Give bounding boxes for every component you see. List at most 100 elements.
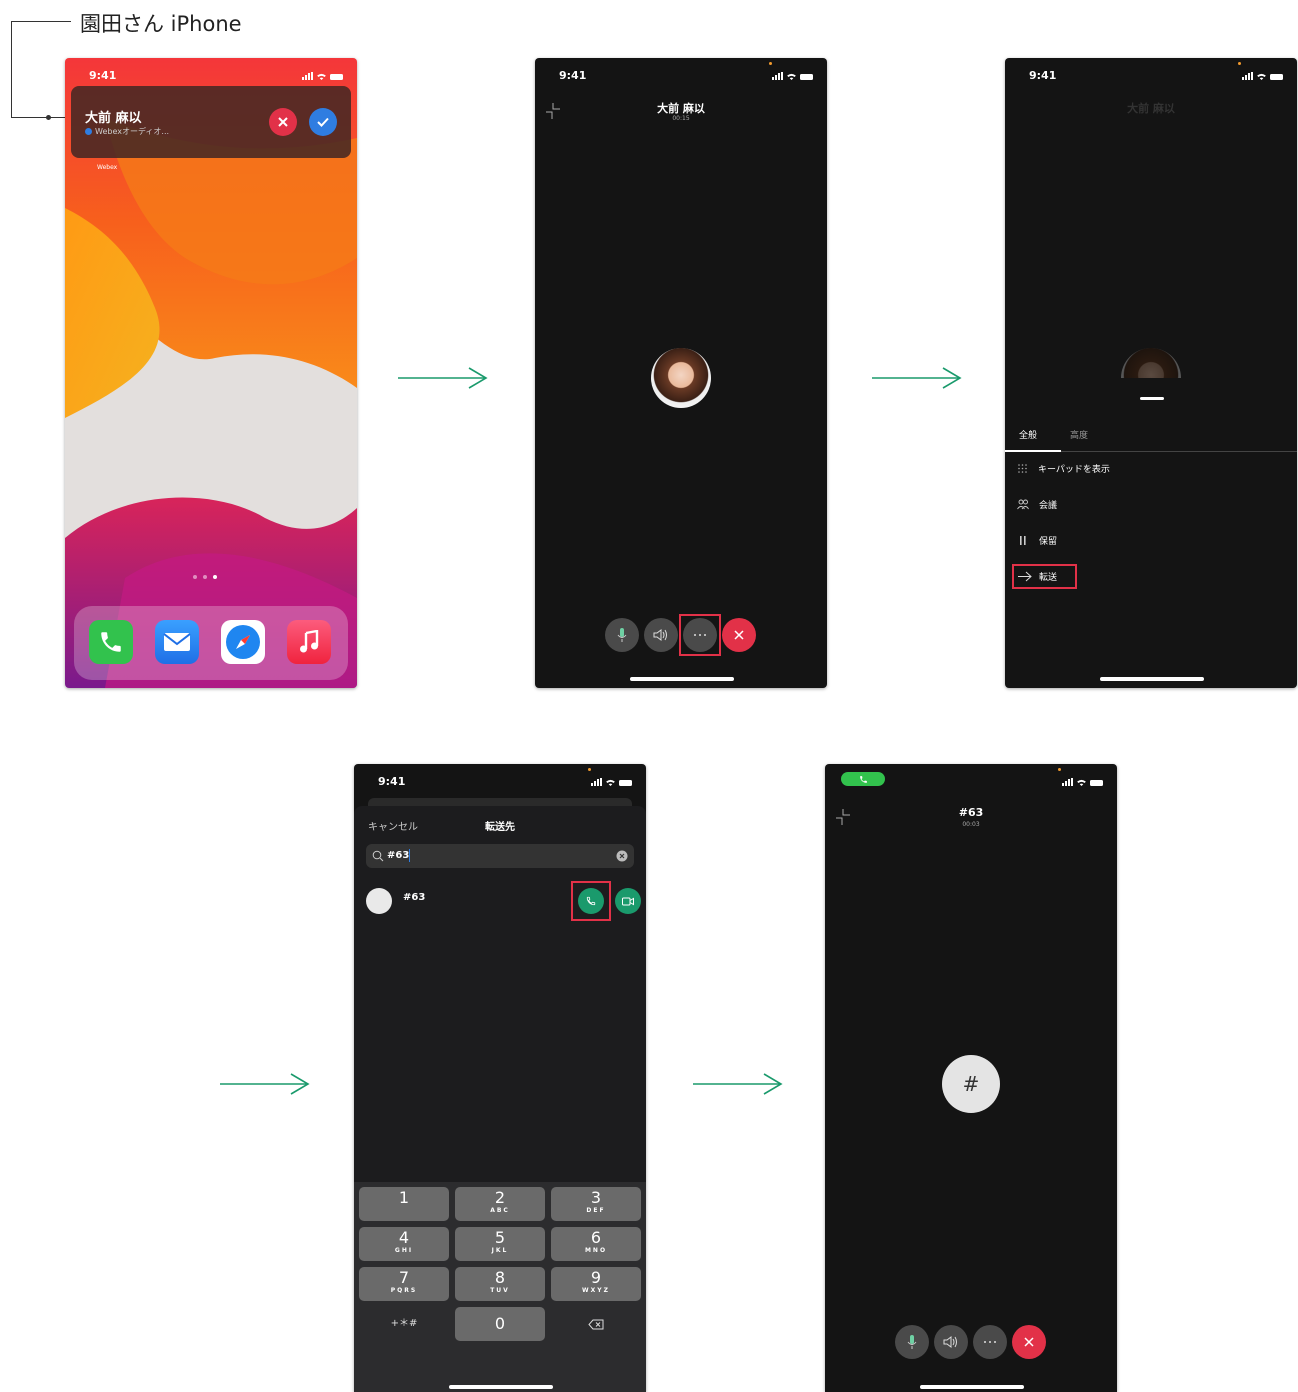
callee-name: #63 xyxy=(958,806,984,819)
key-7[interactable]: 7 PQRS xyxy=(359,1267,449,1301)
active-call-pill[interactable] xyxy=(841,772,885,786)
sheet-grabber[interactable] xyxy=(1140,397,1164,400)
flow-arrow-3 xyxy=(220,1073,310,1095)
mic-indicator-dot xyxy=(1058,768,1061,771)
backspace-icon xyxy=(588,1319,604,1329)
safari-app-icon[interactable] xyxy=(221,620,265,664)
check-icon xyxy=(317,117,329,127)
more-options-button[interactable] xyxy=(973,1325,1007,1359)
signal-icon xyxy=(591,778,602,786)
key-8[interactable]: 8 TUV xyxy=(455,1267,545,1301)
key-9[interactable]: 9 WXYZ xyxy=(551,1267,641,1301)
decline-button[interactable] xyxy=(269,108,297,136)
menu-item-conference[interactable]: 会議 xyxy=(1017,498,1057,511)
battery-icon xyxy=(1090,780,1103,786)
speaker-icon xyxy=(943,1336,957,1348)
battery-icon xyxy=(619,780,632,786)
sheet-title: 転送先 xyxy=(485,822,515,833)
mute-button[interactable] xyxy=(605,618,639,652)
key-4[interactable]: 4 GHI xyxy=(359,1227,449,1261)
phone-screen-new-call: #63 00:03 # xyxy=(825,764,1117,1392)
mic-indicator-dot xyxy=(1238,62,1241,65)
mute-button[interactable] xyxy=(895,1325,929,1359)
tab-advanced[interactable]: 高度 xyxy=(1070,428,1088,441)
status-icons xyxy=(1062,778,1103,786)
caller-name: 大前 麻以 xyxy=(657,102,705,115)
wifi-icon xyxy=(317,73,326,80)
key-6[interactable]: 6 MNO xyxy=(551,1227,641,1261)
caller-avatar xyxy=(651,348,711,408)
key-0[interactable]: 0 xyxy=(455,1307,545,1341)
speaker-button[interactable] xyxy=(934,1325,968,1359)
home-indicator xyxy=(449,1385,553,1389)
key-5[interactable]: 5 JKL xyxy=(455,1227,545,1261)
close-icon xyxy=(1024,1337,1034,1347)
phone-app-icon[interactable] xyxy=(89,620,133,664)
caller-name-dimmed: 大前 麻以 xyxy=(1127,102,1175,115)
phone-screen-options: 9:41 大前 麻以 全般 高度 キーパッドを表示 会議 保留 転送 xyxy=(1005,58,1297,688)
phone-screen-active-call: 9:41 大前 麻以 00:15 xyxy=(535,58,827,688)
home-indicator xyxy=(1100,677,1204,681)
key-3[interactable]: 3 DEF xyxy=(551,1187,641,1221)
signal-icon xyxy=(302,72,313,80)
status-bar: 9:41 xyxy=(1005,68,1297,84)
search-field[interactable]: #63 xyxy=(366,844,634,868)
text-cursor xyxy=(409,849,410,862)
end-call-button[interactable] xyxy=(722,618,756,652)
delete-key[interactable] xyxy=(551,1307,641,1341)
keypad: 1 2 ABC 3 DEF 4 GHI 5 JKL 6 MNO 7 PQRS 8 TUV 9W… xyxy=(354,1182,646,1392)
phone-icon xyxy=(859,775,867,783)
status-time: 9:41 xyxy=(559,69,587,82)
speaker-button[interactable] xyxy=(644,618,678,652)
caption-bracket xyxy=(11,21,71,118)
key-2[interactable]: 2 ABC xyxy=(455,1187,545,1221)
battery-icon xyxy=(330,74,343,80)
close-icon xyxy=(278,117,288,127)
caller-avatar-dimmed xyxy=(1121,348,1181,378)
menu-item-hold[interactable]: 保留 xyxy=(1017,534,1057,547)
wifi-icon xyxy=(1077,779,1086,786)
call-duration: 00:03 xyxy=(962,821,980,828)
transfer-highlight xyxy=(1012,564,1077,589)
mail-app-icon[interactable] xyxy=(155,620,199,664)
search-input[interactable]: #63 xyxy=(387,850,409,861)
contact-avatar xyxy=(366,888,392,914)
search-icon xyxy=(372,850,384,862)
signal-icon xyxy=(1062,778,1073,786)
flow-arrow-2 xyxy=(872,367,962,389)
flow-arrow-1 xyxy=(398,367,488,389)
status-time: 9:41 xyxy=(378,775,406,788)
status-bar: 9:41 xyxy=(65,68,357,84)
clear-icon[interactable] xyxy=(616,850,628,862)
incoming-call-banner[interactable]: 大前 麻以 Webexオーディオ... xyxy=(71,86,351,158)
menu-label: 保留 xyxy=(1039,537,1058,547)
key-1[interactable]: 1 xyxy=(359,1187,449,1221)
callee-avatar: # xyxy=(942,1055,1000,1113)
key-symbols[interactable]: +＊# xyxy=(359,1307,449,1341)
tab-general[interactable]: 全般 xyxy=(1019,428,1037,441)
hold-icon xyxy=(1020,536,1026,545)
music-app-icon[interactable] xyxy=(287,620,331,664)
mic-indicator-dot xyxy=(588,768,591,771)
phone-screen-transfer: 9:41 キャンセル 転送先 #63 #63 1 2 ABC 3 DEF 4 GHI … xyxy=(354,764,646,1392)
battery-icon xyxy=(800,74,813,80)
conference-icon xyxy=(1017,499,1029,510)
accept-button[interactable] xyxy=(309,108,337,136)
signal-icon xyxy=(772,72,783,80)
close-icon xyxy=(734,630,744,640)
wifi-icon xyxy=(1257,73,1266,80)
status-bar: 9:41 xyxy=(354,774,646,790)
audio-call-highlight xyxy=(571,881,611,921)
caller-name: 大前 麻以 xyxy=(85,111,142,126)
menu-label: 会議 xyxy=(1039,501,1058,511)
more-options-highlight xyxy=(679,614,721,656)
end-call-button[interactable] xyxy=(1012,1325,1046,1359)
result-name[interactable]: #63 xyxy=(403,892,425,903)
wifi-icon xyxy=(606,779,615,786)
page-dots xyxy=(193,575,217,579)
ellipsis-icon xyxy=(984,1341,996,1343)
flow-arrow-4 xyxy=(693,1073,783,1095)
menu-item-keypad[interactable]: キーパッドを表示 xyxy=(1017,462,1110,475)
video-call-button[interactable] xyxy=(615,888,641,914)
status-time: 9:41 xyxy=(1029,69,1057,82)
